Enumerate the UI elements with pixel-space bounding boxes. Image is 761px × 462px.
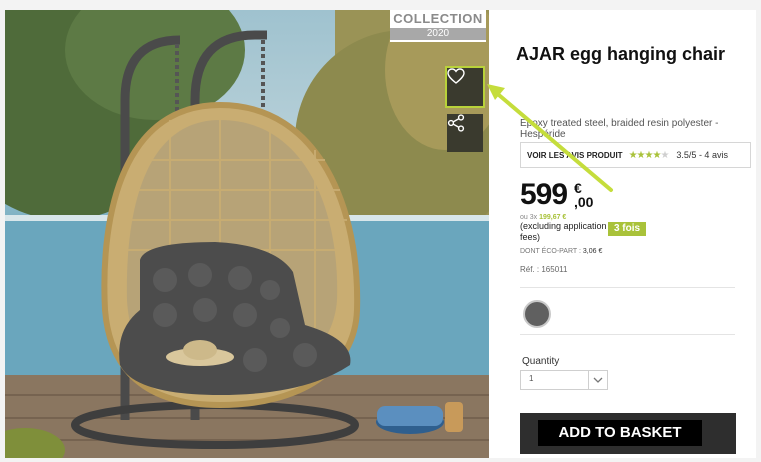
eco-label: DONT ÉCO-PART : [520, 248, 581, 255]
eco-value: 3,06 € [582, 248, 603, 255]
installment-info: ou 3x 199,67 € [520, 214, 566, 221]
add-to-basket-button[interactable]: ADD TO BASKET [520, 413, 736, 454]
product-title: AJAR egg hanging chair [516, 44, 726, 64]
egg-chair-photo [5, 10, 489, 458]
collection-year: 2020 [390, 28, 486, 40]
quantity-value: 1 [529, 374, 534, 383]
divider [520, 287, 735, 288]
rating-stars: ★★★★★ [628, 149, 670, 161]
price-whole: 599 [520, 178, 568, 211]
reference-label: Réf. : [520, 265, 540, 274]
chevron-down-icon [588, 371, 607, 389]
cb-payment-badge: 3 fois CB [608, 222, 646, 248]
installment-prefix: ou 3x [520, 214, 540, 221]
divider [520, 334, 735, 335]
share-icon [447, 114, 465, 132]
price: 599 € ,00 [520, 178, 593, 212]
quantity-label: Quantity [522, 356, 560, 367]
collection-label: COLLECTION [393, 11, 483, 26]
share-button[interactable] [447, 114, 483, 152]
star-icon: ★ [636, 149, 646, 161]
eco-part: DONT ÉCO-PART : 3,06 € [520, 248, 602, 255]
product-reference: Réf. : 165011 [520, 265, 567, 274]
color-swatch[interactable] [523, 300, 551, 328]
collection-badge: COLLECTION 2020 [390, 10, 486, 42]
star-icon: ★ [628, 149, 638, 161]
price-cents: ,00 [574, 194, 594, 210]
reviews-link[interactable]: VOIR LES AVIS PRODUIT [527, 151, 623, 160]
heart-icon [447, 68, 465, 84]
reference-value: 165011 [541, 265, 568, 274]
quantity-select[interactable]: 1 [520, 370, 608, 390]
excluding-fees-note: (excluding application fees) [520, 221, 607, 242]
installment-amount: 199,67 € [539, 214, 567, 221]
add-to-basket-label: ADD TO BASKET [538, 420, 702, 446]
product-photo: COLLECTION 2020 [5, 10, 489, 458]
product-page: COLLECTION 2020 AJAR egg hanging chair E… [5, 10, 756, 458]
star-icon: ★ [660, 149, 669, 161]
add-to-favorites-button[interactable] [445, 66, 485, 108]
rating-summary: 3.5/5 - 4 avis [676, 150, 728, 160]
product-material: Epoxy treated steel, braided resin polye… [520, 118, 719, 140]
reviews-box[interactable]: VOIR LES AVIS PRODUIT ★★★★★ 3.5/5 - 4 av… [520, 142, 751, 168]
